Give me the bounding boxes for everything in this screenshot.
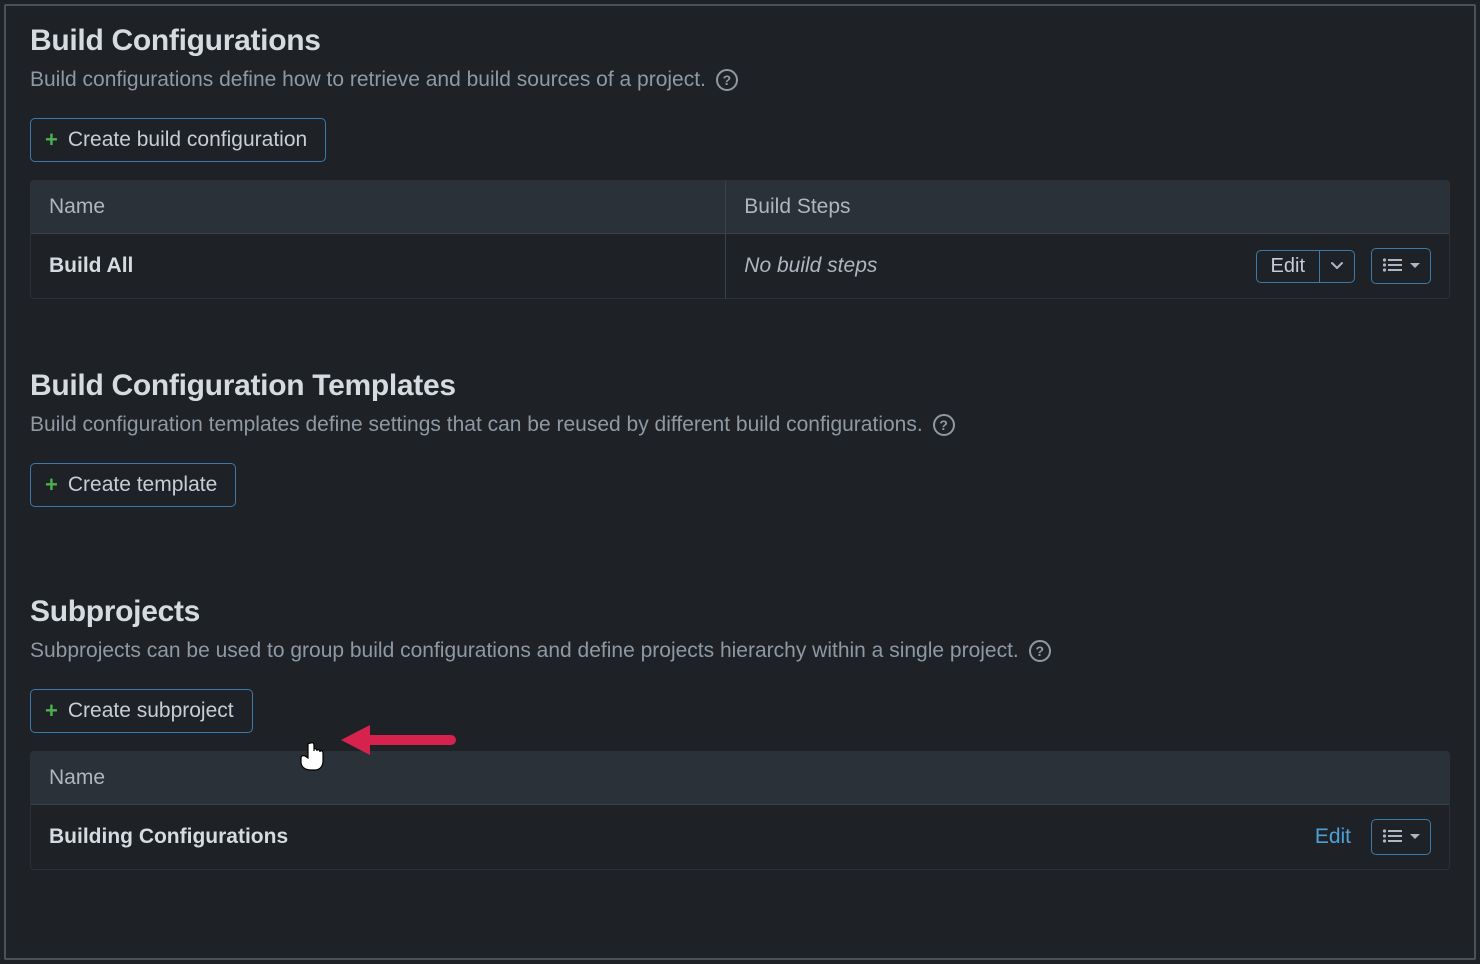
build-configurations-desc: Build configurations define how to retri…	[30, 68, 706, 92]
create-build-configuration-button[interactable]: + Create build configuration	[30, 118, 326, 162]
subprojects-section: Subprojects Subprojects can be used to g…	[30, 595, 1450, 870]
table-row: Building Configurations Edit	[31, 805, 1450, 870]
reorder-menu-button[interactable]	[1371, 819, 1431, 855]
edit-split-button[interactable]: Edit	[1256, 250, 1355, 283]
create-subproject-label: Create subproject	[68, 699, 234, 723]
plus-icon: +	[45, 700, 58, 722]
build-steps-value: No build steps	[744, 254, 877, 278]
help-icon[interactable]: ?	[1029, 640, 1051, 662]
column-header-build-steps: Build Steps	[726, 181, 1450, 234]
build-configurations-section: Build Configurations Build configuration…	[30, 24, 1450, 299]
edit-button[interactable]: Edit	[1257, 251, 1319, 282]
edit-link[interactable]: Edit	[1315, 825, 1351, 849]
help-icon[interactable]: ?	[933, 414, 955, 436]
build-configurations-table: Name Build Steps Build All No build step…	[30, 180, 1450, 299]
templates-section: Build Configuration Templates Build conf…	[30, 369, 1450, 525]
create-template-button[interactable]: + Create template	[30, 463, 236, 507]
caret-down-icon	[1410, 833, 1420, 841]
plus-icon: +	[45, 129, 58, 151]
reorder-menu-button[interactable]	[1371, 248, 1431, 284]
templates-desc: Build configuration templates define set…	[30, 413, 923, 437]
chevron-down-icon	[1330, 261, 1344, 271]
list-icon	[1382, 254, 1402, 278]
create-build-configuration-label: Create build configuration	[68, 128, 307, 152]
subprojects-title: Subprojects	[30, 595, 1450, 629]
edit-dropdown-caret[interactable]	[1319, 251, 1354, 282]
subprojects-table: Name Building Configurations Edit	[30, 751, 1450, 870]
plus-icon: +	[45, 474, 58, 496]
column-header-name: Name	[31, 181, 726, 234]
list-icon	[1382, 825, 1402, 849]
templates-title: Build Configuration Templates	[30, 369, 1450, 403]
column-header-name: Name	[31, 752, 1450, 805]
build-configurations-title: Build Configurations	[30, 24, 1450, 58]
build-config-name[interactable]: Build All	[49, 254, 133, 277]
create-subproject-button[interactable]: + Create subproject	[30, 689, 253, 733]
subprojects-desc: Subprojects can be used to group build c…	[30, 639, 1019, 663]
subproject-name[interactable]: Building Configurations	[49, 825, 288, 849]
table-row: Build All No build steps Edit	[31, 234, 1450, 299]
caret-down-icon	[1410, 262, 1420, 270]
help-icon[interactable]: ?	[716, 69, 738, 91]
create-template-label: Create template	[68, 473, 217, 497]
